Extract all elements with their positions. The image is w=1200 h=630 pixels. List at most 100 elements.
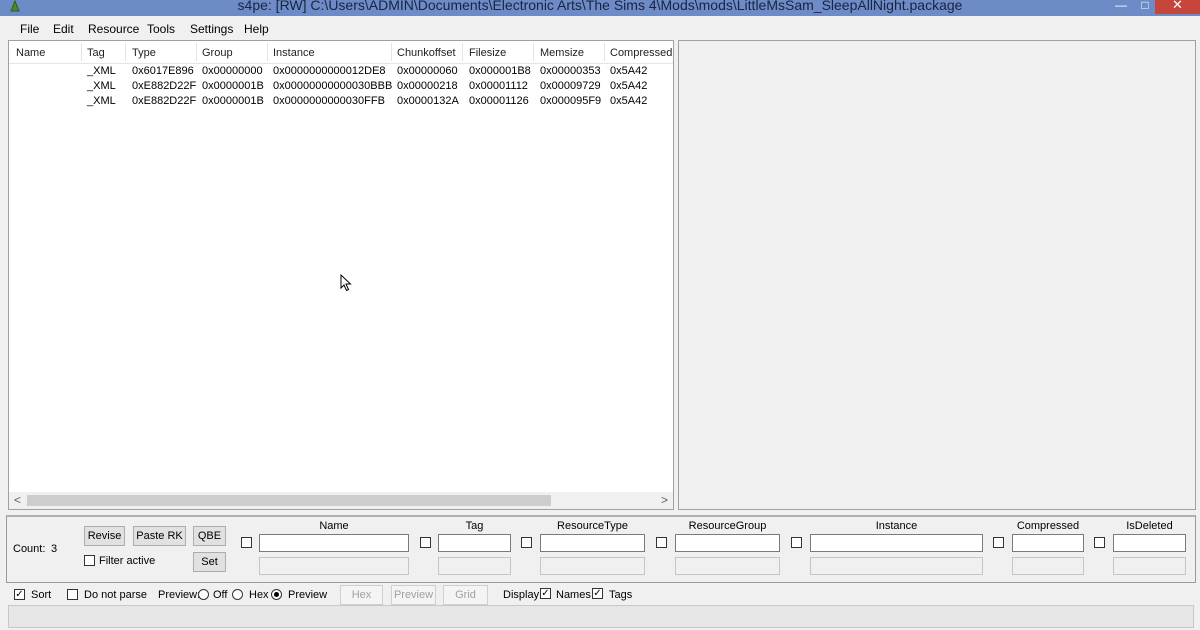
cell-filesize: 0x000001B8: [469, 65, 531, 77]
column-separator[interactable]: [533, 43, 534, 61]
filter-instance-mask: [810, 557, 983, 575]
minimize-button[interactable]: —: [1110, 0, 1132, 14]
filter-compressed-checkbox[interactable]: [993, 537, 1004, 548]
filter-column-isdeleted: IsDeleted: [1126, 520, 1173, 532]
filter-resourcetype-checkbox[interactable]: [521, 537, 532, 548]
cell-filesize: 0x00001126: [469, 95, 529, 107]
column-header-filesize[interactable]: Filesize: [469, 47, 506, 59]
filter-resourcegroup-input[interactable]: [675, 534, 780, 552]
tags-checkbox[interactable]: ✓: [592, 588, 603, 599]
cell-tag: _XML: [87, 65, 116, 77]
scrollbar-thumb[interactable]: [27, 495, 551, 506]
maximize-button[interactable]: □: [1134, 0, 1156, 14]
tags-label: Tags: [609, 589, 633, 601]
filter-column-compressed: Compressed: [1016, 520, 1080, 532]
filter-active-checkbox[interactable]: [84, 555, 95, 566]
cell-type: 0xE882D22F: [132, 95, 197, 107]
grid-button[interactable]: Grid: [443, 585, 488, 605]
hex-button[interactable]: Hex: [340, 585, 383, 605]
sort-label: Sort: [31, 589, 52, 601]
column-separator[interactable]: [267, 43, 268, 61]
filter-compressed-input[interactable]: [1012, 534, 1084, 552]
filter-column-name: Name: [319, 520, 349, 532]
preview-hex-radio[interactable]: [232, 589, 243, 600]
preview-pane: [678, 40, 1196, 510]
do-not-parse-checkbox[interactable]: [67, 589, 78, 600]
filter-column-resourcegroup: ResourceGroup: [688, 520, 767, 532]
revise-button[interactable]: Revise: [84, 526, 125, 546]
cell-compressed: 0x5A42: [610, 65, 648, 77]
filter-tag-checkbox[interactable]: [420, 537, 431, 548]
names-checkbox[interactable]: ✓: [540, 588, 551, 599]
filter-isdeleted-mask: [1113, 557, 1186, 575]
sort-checkbox[interactable]: ✓: [14, 589, 25, 600]
paste-rk-button[interactable]: Paste RK: [133, 526, 186, 546]
filter-instance-input[interactable]: [810, 534, 983, 552]
list-header: Name Tag Type Group Instance Chunkoffset…: [9, 41, 673, 64]
filter-active-label: Filter active: [99, 555, 156, 567]
filter-instance-checkbox[interactable]: [791, 537, 802, 548]
filter-compressed-mask: [1012, 557, 1084, 575]
filter-name-input[interactable]: [259, 534, 409, 552]
cell-memsize: 0x00009729: [540, 80, 601, 92]
column-header-memsize[interactable]: Memsize: [540, 47, 584, 59]
mouse-cursor-icon: [340, 274, 352, 292]
cell-group: 0x0000001B: [202, 95, 264, 107]
menu-tools[interactable]: Tools: [147, 22, 175, 36]
cell-chunkoffset: 0x0000132A: [397, 95, 459, 107]
filter-isdeleted-input[interactable]: [1113, 534, 1186, 552]
column-header-chunkoffset[interactable]: Chunkoffset: [397, 47, 456, 59]
menu-help[interactable]: Help: [244, 22, 269, 36]
preview-off-radio[interactable]: [198, 589, 209, 600]
filter-tag-input[interactable]: [438, 534, 511, 552]
scroll-left-arrow[interactable]: <: [14, 493, 21, 507]
column-separator[interactable]: [604, 43, 605, 61]
cell-filesize: 0x00001112: [469, 80, 528, 92]
cell-tag: _XML: [87, 95, 116, 107]
cell-compressed: 0x5A42: [610, 95, 648, 107]
scroll-right-arrow[interactable]: >: [661, 493, 668, 507]
set-button[interactable]: Set: [193, 552, 226, 572]
window-title: s4pe: [RW] C:\Users\ADMIN\Documents\Elec…: [237, 0, 963, 13]
column-separator[interactable]: [196, 43, 197, 61]
column-separator[interactable]: [462, 43, 463, 61]
column-separator[interactable]: [81, 43, 82, 61]
column-separator[interactable]: [125, 43, 126, 61]
cell-group: 0x00000000: [202, 65, 263, 77]
table-row[interactable]: _XML 0xE882D22F 0x0000001B 0x00000000000…: [9, 80, 673, 95]
title-bar[interactable]: s4pe: [RW] C:\Users\ADMIN\Documents\Elec…: [0, 0, 1200, 16]
filter-column-instance: Instance: [875, 520, 918, 532]
menu-file[interactable]: File: [20, 22, 39, 36]
preview-off-label: Off: [213, 589, 228, 601]
menu-edit[interactable]: Edit: [53, 22, 74, 36]
close-button[interactable]: ✕: [1155, 0, 1200, 14]
cell-instance: 0x00000000000030BBB: [273, 80, 393, 92]
table-row[interactable]: _XML 0x6017E896 0x00000000 0x00000000000…: [9, 65, 673, 80]
do-not-parse-label: Do not parse: [84, 589, 147, 601]
column-separator[interactable]: [391, 43, 392, 61]
table-row[interactable]: _XML 0xE882D22F 0x0000001B 0x00000000000…: [9, 95, 673, 110]
horizontal-scrollbar[interactable]: < >: [9, 492, 673, 509]
filter-column-resourcetype: ResourceType: [557, 520, 628, 532]
column-header-group[interactable]: Group: [202, 47, 233, 59]
display-label: Display:: [503, 589, 543, 601]
cell-group: 0x0000001B: [202, 80, 264, 92]
menu-resource[interactable]: Resource: [88, 22, 139, 36]
column-header-compressed[interactable]: Compressed: [610, 47, 672, 59]
column-header-tag[interactable]: Tag: [87, 47, 105, 59]
preview-preview-radio[interactable]: [271, 589, 282, 600]
cell-compressed: 0x5A42: [610, 80, 648, 92]
column-header-name[interactable]: Name: [16, 47, 45, 59]
preview-button[interactable]: Preview: [391, 585, 436, 605]
filter-resourcetype-input[interactable]: [540, 534, 645, 552]
cell-instance: 0x0000000000012DE8: [273, 65, 386, 77]
menu-settings[interactable]: Settings: [190, 22, 233, 36]
filter-name-checkbox[interactable]: [241, 537, 252, 548]
qbe-button[interactable]: QBE: [193, 526, 226, 546]
cell-type: 0x6017E896: [132, 65, 194, 77]
filter-tag-mask: [438, 557, 511, 575]
filter-isdeleted-checkbox[interactable]: [1094, 537, 1105, 548]
column-header-instance[interactable]: Instance: [273, 47, 315, 59]
column-header-type[interactable]: Type: [132, 47, 156, 59]
filter-resourcegroup-checkbox[interactable]: [656, 537, 667, 548]
